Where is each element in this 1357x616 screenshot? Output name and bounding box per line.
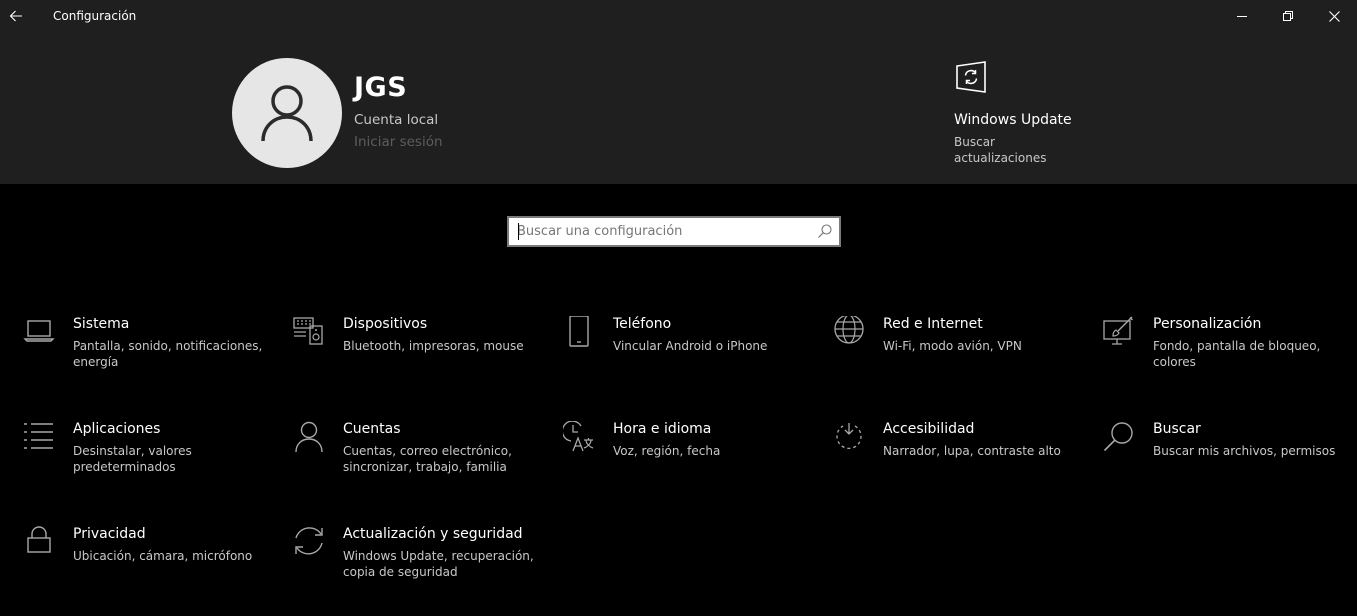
sign-in-link[interactable]: Iniciar sesión xyxy=(354,134,443,150)
tile-description: Narrador, lupa, contraste alto xyxy=(883,444,1061,458)
tile-name: Privacidad xyxy=(73,526,146,542)
tile-actualizacion-seguridad[interactable]: Actualización y seguridad Windows Update… xyxy=(293,526,543,616)
lock-icon xyxy=(27,526,51,553)
tile-aplicaciones[interactable]: Aplicaciones Desinstalar, valores predet… xyxy=(23,421,273,511)
tile-name: Buscar xyxy=(1153,421,1201,437)
tile-name: Red e Internet xyxy=(883,316,983,332)
tile-name: Dispositivos xyxy=(343,316,428,332)
tile-cuentas[interactable]: Cuentas Cuentas, correo electrónico, sin… xyxy=(293,421,543,511)
person-icon xyxy=(295,421,323,453)
user-name: JGS xyxy=(354,72,408,103)
tile-name: Accesibilidad xyxy=(883,421,975,437)
back-arrow-icon xyxy=(9,10,22,22)
tile-sistema[interactable]: Sistema Pantalla, sonido, notificaciones… xyxy=(23,316,273,406)
text-cursor xyxy=(518,223,519,240)
tile-description: Buscar mis archivos, permisos xyxy=(1153,444,1336,458)
close-icon xyxy=(1328,10,1340,22)
windows-update-subtitle: Buscar actualizaciones xyxy=(954,135,1047,165)
tile-name: Personalización xyxy=(1153,316,1262,332)
avatar[interactable] xyxy=(232,58,342,168)
tile-telefono[interactable]: Teléfono Vincular Android o iPhone xyxy=(563,316,813,406)
search-icon xyxy=(1103,422,1133,452)
windows-update-icon[interactable] xyxy=(954,60,988,94)
tile-name: Hora e idioma xyxy=(613,421,712,437)
window-title: Configuración xyxy=(53,9,137,23)
tile-description: Cuentas, correo electrónico, sincronizar… xyxy=(343,444,512,474)
search-icon[interactable] xyxy=(817,223,833,239)
tile-hora-idioma[interactable]: Hora e idioma Voz, región, fecha xyxy=(563,421,813,511)
title-bar: Configuración xyxy=(0,0,1357,34)
restore-icon xyxy=(1283,11,1293,21)
windows-update-title[interactable]: Windows Update xyxy=(954,112,1072,128)
laptop-icon xyxy=(23,320,55,342)
restore-button[interactable] xyxy=(1265,0,1311,32)
tile-name: Cuentas xyxy=(343,421,401,437)
time-language-icon xyxy=(563,421,594,452)
minimize-icon xyxy=(1237,16,1247,17)
close-button[interactable] xyxy=(1311,0,1357,32)
tile-description: Wi-Fi, modo avión, VPN xyxy=(883,339,1022,353)
globe-icon xyxy=(834,316,864,344)
profile-header: JGS Cuenta local Iniciar sesión Windows … xyxy=(0,34,1357,184)
tile-description: Voz, región, fecha xyxy=(613,444,721,458)
account-type: Cuenta local xyxy=(354,112,439,128)
tile-name: Actualización y seguridad xyxy=(343,526,523,542)
tile-red-internet[interactable]: Red e Internet Wi-Fi, modo avión, VPN xyxy=(833,316,1083,406)
tile-description: Desinstalar, valores predeterminados xyxy=(73,444,192,474)
sync-icon xyxy=(295,527,323,555)
tile-dispositivos[interactable]: Dispositivos Bluetooth, impresoras, mous… xyxy=(293,316,543,406)
settings-search-box[interactable] xyxy=(507,216,841,247)
devices-icon xyxy=(293,317,323,345)
minimize-button[interactable] xyxy=(1219,0,1265,32)
tile-name: Sistema xyxy=(73,316,130,332)
search-input[interactable] xyxy=(517,221,807,241)
tile-name: Aplicaciones xyxy=(73,421,161,437)
apps-list-icon xyxy=(24,423,53,449)
user-silhouette-icon xyxy=(261,85,313,142)
tile-name: Teléfono xyxy=(613,316,672,332)
back-button[interactable] xyxy=(0,0,32,32)
tile-description: Vincular Android o iPhone xyxy=(613,339,768,353)
tile-description: Ubicación, cámara, micrófono xyxy=(73,549,253,563)
phone-icon xyxy=(569,316,589,347)
tile-description: Pantalla, sonido, notificaciones, energí… xyxy=(73,339,263,369)
tile-description: Windows Update, recuperación, copia de s… xyxy=(343,549,534,579)
tile-privacidad[interactable]: Privacidad Ubicación, cámara, micrófono xyxy=(23,526,273,616)
tile-personalizacion[interactable]: Personalización Fondo, pantalla de bloqu… xyxy=(1103,316,1353,406)
paint-icon xyxy=(1103,316,1133,345)
tile-description: Bluetooth, impresoras, mouse xyxy=(343,339,524,353)
tile-description: Fondo, pantalla de bloqueo, colores xyxy=(1153,339,1321,369)
tile-buscar[interactable]: Buscar Buscar mis archivos, permisos xyxy=(1103,421,1353,511)
accessibility-icon xyxy=(836,423,862,450)
tile-accesibilidad[interactable]: Accesibilidad Narrador, lupa, contraste … xyxy=(833,421,1083,511)
